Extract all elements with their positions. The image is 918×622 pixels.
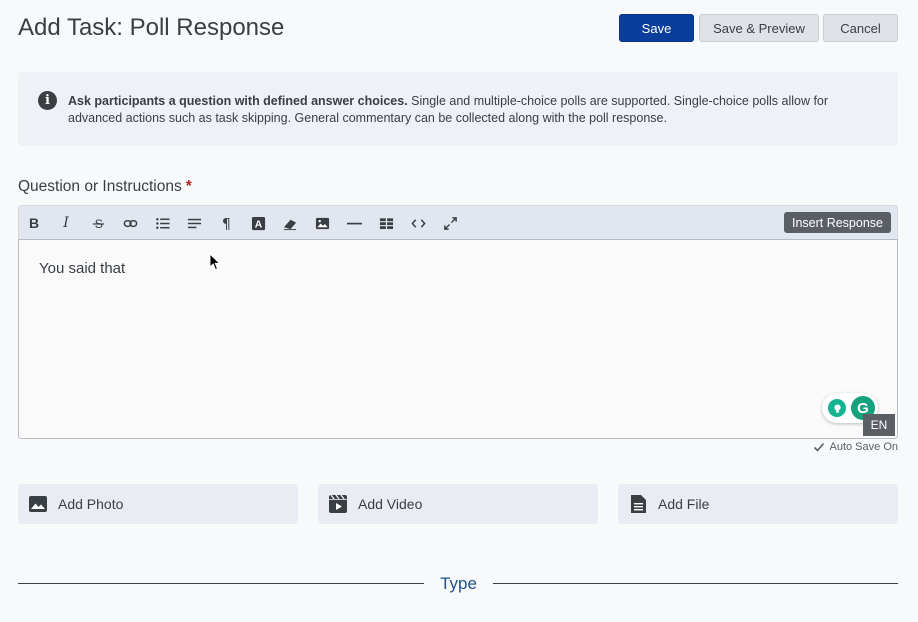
italic-button[interactable]: I (55, 213, 77, 233)
image-icon[interactable] (311, 213, 333, 233)
photo-icon (28, 494, 48, 514)
cancel-button[interactable]: Cancel (823, 14, 898, 42)
add-file-button[interactable]: Add File (618, 484, 898, 524)
link-icon[interactable] (119, 213, 141, 233)
type-section-title: Type (440, 574, 477, 593)
svg-text:A: A (254, 219, 262, 230)
add-video-button[interactable]: Add Video (318, 484, 598, 524)
editor-content[interactable]: You said that (39, 260, 125, 277)
save-preview-button[interactable]: Save & Preview (699, 14, 819, 42)
add-file-label: Add File (658, 496, 710, 512)
bullet-list-icon[interactable] (151, 213, 173, 233)
text-color-icon[interactable]: A (247, 213, 269, 233)
question-label-text: Question or Instructions (18, 178, 182, 195)
file-icon (628, 494, 648, 514)
add-photo-label: Add Photo (58, 496, 124, 512)
checkmark-icon (813, 442, 824, 452)
page-title: Add Task: Poll Response (18, 14, 285, 41)
divider (493, 583, 898, 584)
question-label: Question or Instructions * (18, 178, 192, 196)
add-photo-button[interactable]: Add Photo (18, 484, 298, 524)
question-editor[interactable]: You said that G EN (18, 239, 898, 439)
insert-response-button[interactable]: Insert Response (783, 212, 891, 233)
language-badge[interactable]: EN (863, 414, 895, 436)
divider (18, 583, 424, 584)
fullscreen-icon[interactable] (439, 213, 461, 233)
autosave-status: Auto Save On (813, 441, 899, 453)
svg-text:¶: ¶ (221, 216, 230, 230)
save-button[interactable]: Save (619, 14, 694, 42)
strikethrough-icon[interactable]: S (87, 213, 109, 233)
info-text: Ask participants a question with defined… (68, 93, 868, 127)
mouse-cursor-icon (209, 253, 221, 271)
video-icon (328, 494, 348, 514)
info-bold-text: Ask participants a question with defined… (68, 94, 408, 108)
add-video-label: Add Video (358, 496, 423, 512)
code-icon[interactable] (407, 213, 429, 233)
paragraph-icon[interactable]: ¶ (215, 213, 237, 233)
required-mark: * (185, 178, 192, 195)
eraser-icon[interactable] (279, 213, 301, 233)
bold-button[interactable]: B (23, 213, 45, 233)
horizontal-rule-icon[interactable] (343, 213, 365, 233)
editor-toolbar: B I S ¶ A Insert Response (18, 205, 898, 239)
info-icon: i (38, 91, 57, 110)
table-icon[interactable] (375, 213, 397, 233)
autosave-label: Auto Save On (829, 441, 899, 453)
align-icon[interactable] (183, 213, 205, 233)
lightbulb-icon[interactable] (828, 399, 846, 417)
info-banner: i Ask participants a question with defin… (18, 72, 898, 146)
